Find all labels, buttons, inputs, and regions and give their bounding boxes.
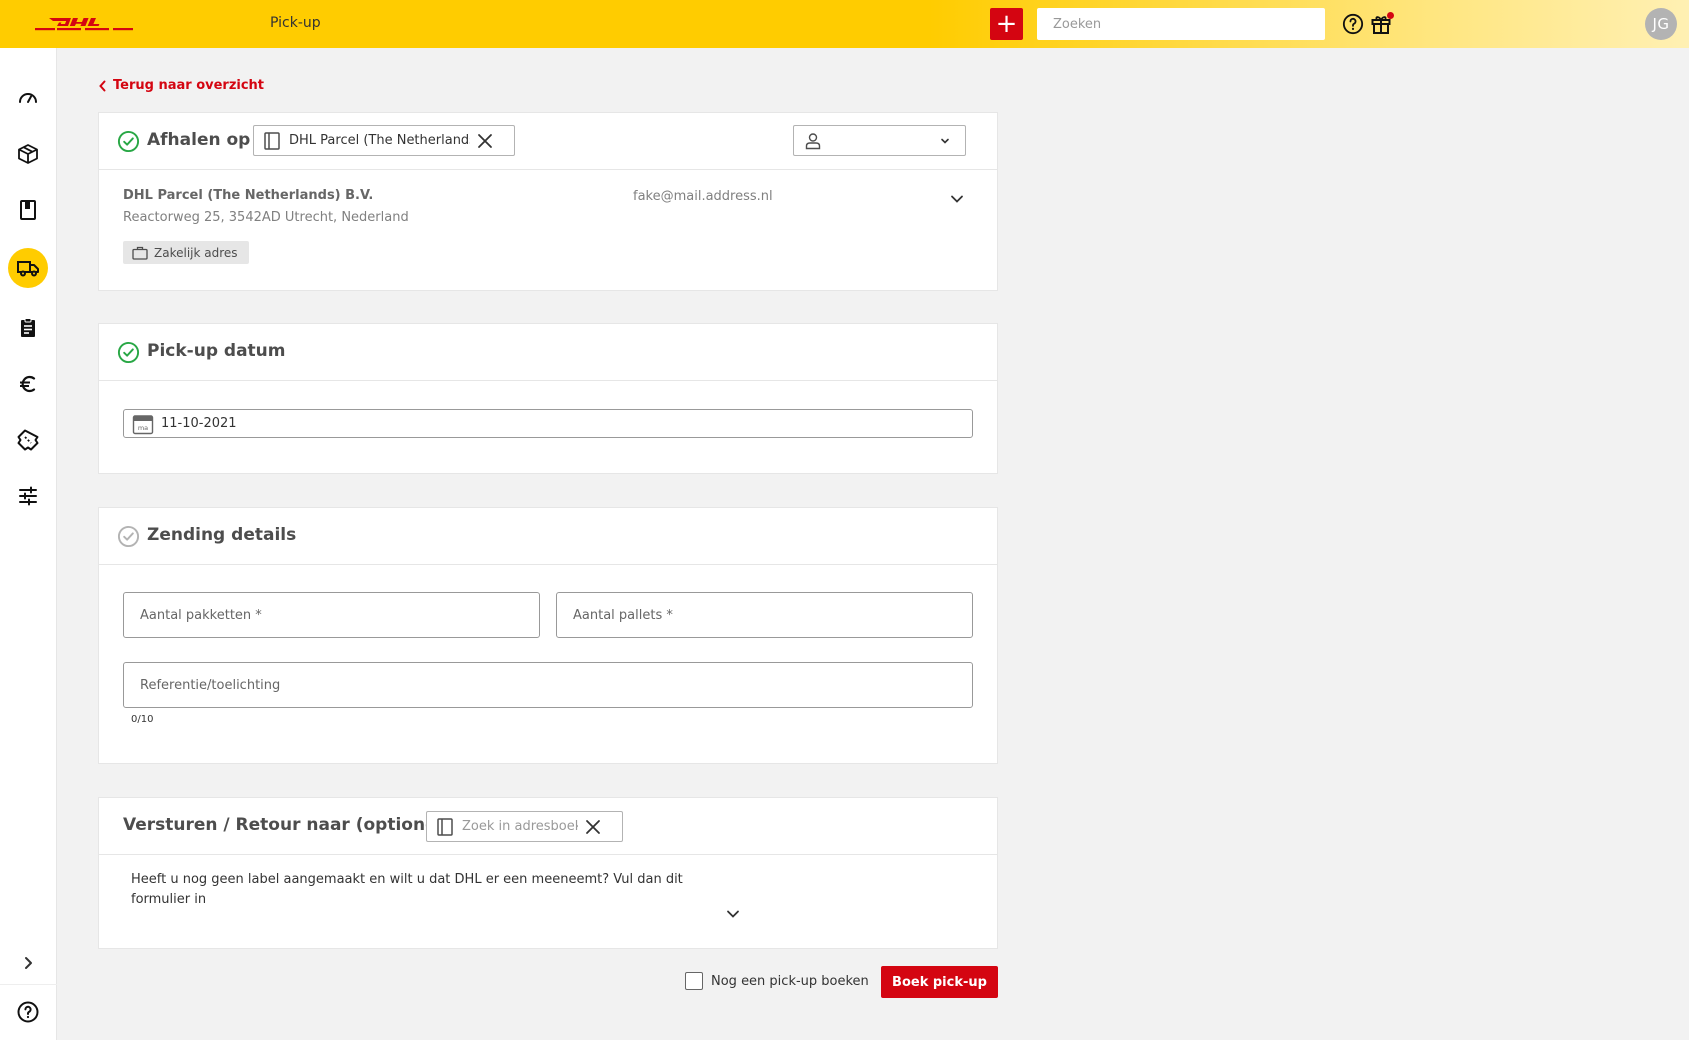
address-book-placeholder: Zoek in adresboek (462, 819, 578, 834)
address-book-icon (264, 131, 280, 150)
pallets-input[interactable] (556, 592, 973, 638)
checkbox[interactable] (685, 972, 703, 990)
page-label: Pick-up (270, 15, 321, 31)
truck-icon (17, 261, 39, 277)
company-address: Reactorweg 25, 3542AD Utrecht, Nederland (123, 210, 409, 225)
panel-title: Pick-up datum (147, 341, 286, 361)
chevron-right-icon (25, 957, 32, 969)
check-circle-icon (117, 341, 140, 364)
address-book-search[interactable]: Zoek in adresboek (426, 811, 623, 842)
business-address-badge: Zakelijk adres (123, 241, 249, 264)
pickup-location-panel: Afhalen op DHL Parcel (The Netherlands) … (98, 112, 998, 291)
clear-icon[interactable] (584, 818, 602, 836)
date-value: 11-10-2021 (161, 416, 237, 431)
sidebar (0, 48, 57, 1040)
chevron-down-icon[interactable] (725, 906, 741, 922)
date-field[interactable]: ma 11-10-2021 (123, 409, 973, 438)
ticket-icon (17, 429, 39, 451)
person-icon (805, 133, 821, 150)
briefcase-icon (132, 246, 148, 260)
hint-text: Heeft u nog geen label aangemaakt en wil… (131, 872, 683, 907)
pickup-date-panel: Pick-up datum ma 11-10-2021 (98, 323, 998, 474)
calendar-day-label: ma (138, 424, 148, 432)
speedometer-icon (19, 93, 37, 103)
company-name: DHL Parcel (The Netherlands) B.V. (123, 188, 374, 203)
panel-header: Pick-up datum (99, 324, 997, 381)
back-link[interactable]: Terug naar overzicht (98, 78, 264, 93)
notification-dot (1387, 12, 1394, 19)
another-pickup-checkbox[interactable]: Nog een pick-up boeken (685, 972, 869, 990)
clear-icon[interactable] (476, 132, 494, 150)
add-button[interactable]: + (990, 8, 1023, 40)
sidebar-item-pickup[interactable] (8, 248, 48, 288)
sidebar-item-settings[interactable] (8, 476, 48, 516)
address-book-search[interactable]: DHL Parcel (The Netherlands) B.V. (253, 125, 515, 156)
sidebar-item-shipments[interactable] (8, 134, 48, 174)
plus-icon: + (995, 9, 1018, 39)
checkbox-label: Nog een pick-up boeken (711, 973, 869, 989)
panel-header: Versturen / Retour naar (optioneel) Zoek… (99, 798, 997, 855)
sidebar-expand-button[interactable] (8, 943, 48, 983)
chevron-down-icon[interactable] (949, 191, 965, 207)
character-counter: 0/10 (131, 714, 154, 725)
shipment-details-panel: Zending details 0/10 (98, 507, 998, 764)
sidebar-help-button[interactable] (8, 992, 48, 1032)
search-input[interactable] (1037, 8, 1325, 40)
address-book-value: DHL Parcel (The Netherlands) B.V. (289, 133, 470, 148)
contact-person-select[interactable] (793, 125, 966, 156)
sidebar-divider (0, 984, 57, 985)
company-email: fake@mail.address.nl (633, 189, 773, 204)
sidebar-item-addressbook[interactable] (8, 190, 48, 230)
reference-input[interactable] (123, 662, 973, 708)
book-pickup-button[interactable]: Boek pick-up (881, 966, 998, 998)
top-bar: Pick-up + JG (0, 0, 1689, 48)
clipboard-icon (21, 318, 35, 337)
panel-header: Zending details (99, 508, 997, 565)
return-to-panel: Versturen / Retour naar (optioneel) Zoek… (98, 797, 998, 949)
packages-input[interactable] (123, 592, 540, 638)
badge-label: Zakelijk adres (154, 245, 238, 260)
sidebar-item-dashboard[interactable] (8, 78, 48, 118)
sidebar-item-billing[interactable] (8, 364, 48, 404)
panel-title: Versturen / Retour naar (optioneel) (123, 815, 462, 835)
address-book-icon (437, 817, 453, 836)
avatar[interactable]: JG (1645, 8, 1677, 40)
book-icon (20, 200, 36, 220)
calendar-icon: ma (132, 414, 154, 434)
sliders-icon (19, 486, 37, 506)
help-icon (17, 1001, 39, 1023)
dhl-logo[interactable] (35, 15, 133, 33)
panel-title: Afhalen op (147, 130, 251, 150)
panel-header: Afhalen op DHL Parcel (The Netherlands) … (99, 113, 997, 170)
chevron-down-icon (941, 138, 949, 144)
check-circle-icon (117, 130, 140, 153)
sidebar-item-vouchers[interactable] (8, 420, 48, 460)
package-icon (18, 144, 38, 164)
euro-icon (20, 375, 36, 393)
panel-title: Zending details (147, 525, 297, 545)
chevron-left-icon (99, 80, 106, 91)
back-link-label: Terug naar overzicht (113, 78, 265, 93)
sidebar-item-orders[interactable] (8, 308, 48, 348)
help-icon[interactable] (1342, 13, 1364, 35)
check-circle-icon (117, 525, 140, 548)
